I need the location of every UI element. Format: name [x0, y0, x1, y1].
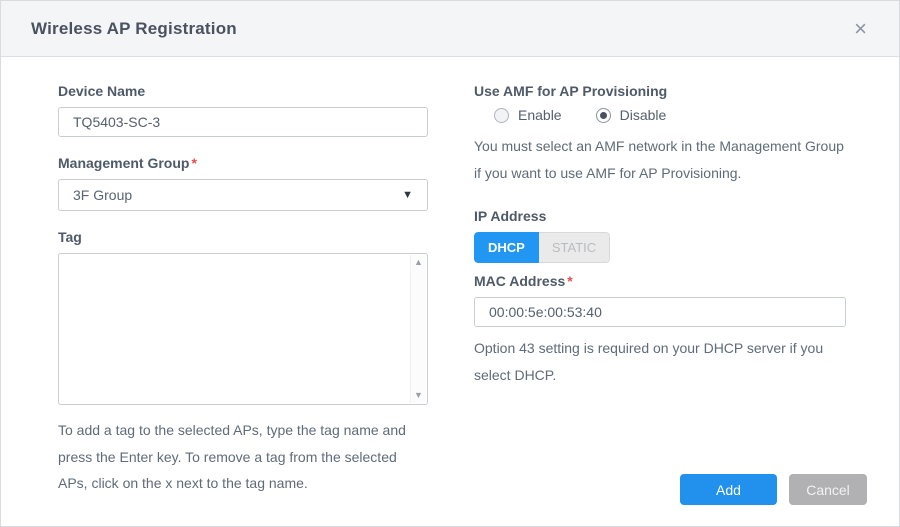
dialog-title: Wireless AP Registration	[31, 19, 237, 39]
management-group-label: Management Group*	[58, 155, 428, 171]
cancel-button[interactable]: Cancel	[789, 474, 867, 505]
radio-unchecked-icon[interactable]	[494, 108, 509, 123]
ip-address-label: IP Address	[474, 208, 846, 224]
tag-help-text: To add a tag to the selected APs, type t…	[58, 417, 428, 497]
mac-address-label: MAC Address*	[474, 273, 846, 289]
mac-address-field: MAC Address* Option 43 setting is requir…	[474, 273, 846, 388]
amf-enable-radio[interactable]: Enable	[494, 107, 562, 123]
required-asterisk: *	[567, 273, 572, 289]
mac-address-input[interactable]	[474, 297, 846, 327]
required-asterisk: *	[191, 155, 196, 171]
dialog-footer: Add Cancel	[680, 474, 867, 505]
tag-scrollbar[interactable]: ▲ ▼	[410, 255, 426, 403]
device-name-input[interactable]	[58, 107, 428, 137]
amf-field: Use AMF for AP Provisioning Enable Disab…	[474, 83, 846, 186]
management-group-field: Management Group* 3F Group ▼	[58, 155, 428, 211]
scroll-up-icon[interactable]: ▲	[414, 258, 423, 267]
amf-radio-group: Enable Disable	[494, 107, 846, 123]
amf-label: Use AMF for AP Provisioning	[474, 83, 846, 99]
static-button[interactable]: STATIC	[539, 232, 610, 263]
tag-textarea[interactable]: ▲ ▼	[58, 253, 428, 405]
ip-mode-segmented-control: DHCP STATIC	[474, 232, 610, 263]
dialog-header: Wireless AP Registration ×	[1, 1, 899, 57]
management-group-label-text: Management Group	[58, 155, 189, 171]
left-column: Device Name Management Group* 3F Group ▼…	[58, 83, 428, 497]
device-name-field: Device Name	[58, 83, 428, 137]
chevron-down-icon: ▼	[402, 189, 413, 201]
amf-disable-label: Disable	[620, 107, 667, 123]
mac-help-text: Option 43 setting is required on your DH…	[474, 335, 846, 388]
amf-disable-radio[interactable]: Disable	[596, 107, 667, 123]
mac-address-label-text: MAC Address	[474, 273, 565, 289]
dialog-body: Device Name Management Group* 3F Group ▼…	[1, 57, 899, 497]
tag-label: Tag	[58, 229, 428, 245]
management-group-select[interactable]: 3F Group ▼	[58, 179, 428, 211]
amf-enable-label: Enable	[518, 107, 562, 123]
close-icon[interactable]: ×	[850, 16, 871, 42]
wireless-ap-registration-dialog: Wireless AP Registration × Device Name M…	[0, 0, 900, 527]
ip-address-field: IP Address DHCP STATIC	[474, 208, 846, 273]
tag-field: Tag ▲ ▼ To add a tag to the selected APs…	[58, 229, 428, 497]
radio-checked-icon[interactable]	[596, 108, 611, 123]
amf-help-text: You must select an AMF network in the Ma…	[474, 133, 846, 186]
dhcp-button[interactable]: DHCP	[474, 232, 539, 263]
right-column: Use AMF for AP Provisioning Enable Disab…	[474, 83, 846, 497]
management-group-selected-value: 3F Group	[73, 187, 132, 203]
device-name-label: Device Name	[58, 83, 428, 99]
scroll-down-icon[interactable]: ▼	[414, 391, 423, 400]
add-button[interactable]: Add	[680, 474, 777, 505]
